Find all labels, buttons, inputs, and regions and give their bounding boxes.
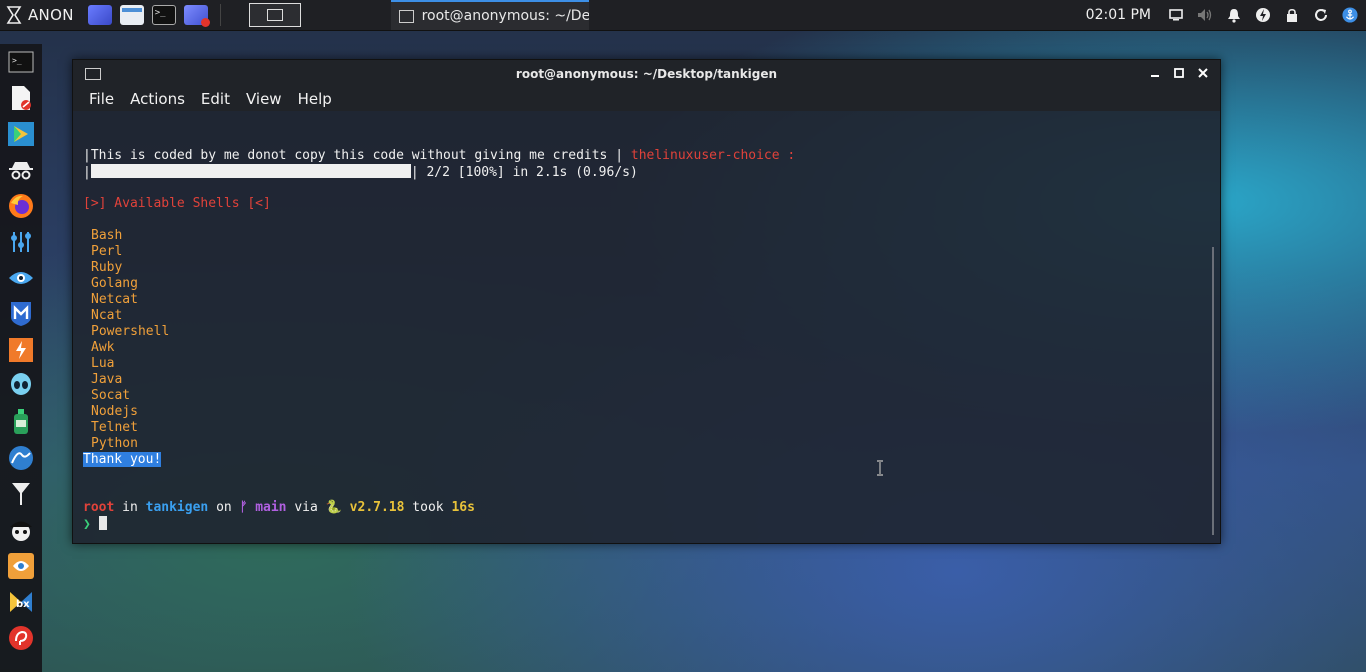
dock-text-editor-icon[interactable] (7, 84, 35, 112)
shell-item: Ruby (91, 260, 123, 275)
dock-firefox-icon[interactable] (7, 192, 35, 220)
git-branch-icon: ᚠ (239, 500, 248, 515)
dock-settings-sliders-icon[interactable] (7, 228, 35, 256)
show-desktop-icon[interactable] (87, 5, 112, 25)
prompt-on: on (216, 500, 232, 515)
dock-terminal-icon[interactable]: >_ (7, 48, 35, 76)
input-line[interactable]: ❯ (83, 516, 107, 532)
selected-text: Thank you! (83, 452, 162, 467)
prompt-user: root (83, 500, 115, 515)
window-title: root@anonymous: ~/Desktop/tankigen (515, 66, 778, 81)
minimize-button[interactable] (1148, 65, 1162, 81)
shell-item: Powershell (91, 324, 170, 339)
shell-item: Nodejs (91, 404, 138, 419)
dock-metasploit-icon[interactable] (7, 300, 35, 328)
prompt-directory: tankigen (145, 500, 209, 515)
title-bar[interactable]: root@anonymous: ~/Desktop/tankigen (73, 60, 1220, 87)
anon-logo-icon (6, 6, 22, 24)
dock: >_ bx (0, 44, 42, 672)
banner-separator: | (615, 148, 624, 163)
menu-view[interactable]: View (238, 90, 290, 108)
workspace-switcher[interactable] (229, 0, 321, 30)
dock-anonymity-icon[interactable] (7, 156, 35, 184)
terminal-icon (398, 9, 414, 23)
prompt-symbol: ❯ (83, 517, 91, 532)
shell-item: Python (91, 436, 138, 451)
terminal-icon (85, 68, 101, 80)
text-cursor (98, 516, 107, 530)
dock-burpsuite-icon[interactable] (7, 336, 35, 364)
network-icon[interactable] (1255, 7, 1271, 23)
progress-bar (90, 164, 411, 178)
shell-item: Perl (91, 244, 123, 259)
prompt-took: took (412, 500, 444, 515)
dock-media-player-icon[interactable] (7, 120, 35, 148)
progress-line: | | 2/2 [100%] in 2.1s (0.96/s) (83, 164, 638, 180)
svg-text:>_: >_ (12, 56, 22, 65)
terminal-launcher-icon[interactable] (151, 5, 176, 25)
shell-item: Java (91, 372, 123, 387)
scrollbar[interactable] (1212, 247, 1214, 535)
terminal-window[interactable]: root@anonymous: ~/Desktop/tankigen File … (72, 59, 1221, 544)
shell-item: Bash (91, 228, 123, 243)
close-button[interactable] (1196, 65, 1210, 81)
progress-stats: 2/2 [100%] in 2.1s (0.96/s) (426, 165, 638, 180)
shells-header: [>] Available Shells [<] (83, 196, 271, 211)
dock-eye-icon[interactable] (7, 264, 35, 292)
lock-icon[interactable] (1284, 7, 1300, 23)
refresh-icon[interactable] (1313, 7, 1329, 23)
prompt-status-line: root in tankigen on ᚠ main via 🐍 v2.7.18… (83, 500, 475, 516)
menu-edit[interactable]: Edit (193, 90, 238, 108)
prompt-version: v2.7.18 (349, 500, 405, 515)
thanks-line: Thank you! (83, 452, 162, 468)
shell-item: Golang (91, 276, 138, 291)
clock[interactable]: 02:01 PM (1086, 7, 1151, 23)
shell-item: Socat (91, 388, 131, 403)
anchor-icon[interactable] (1342, 7, 1358, 23)
prompt-duration: 16s (451, 500, 475, 515)
window-controls (1148, 65, 1210, 81)
shell-item: Netcat (91, 292, 138, 307)
shell-item: Awk (91, 340, 115, 355)
dock-pirate-icon[interactable] (7, 516, 35, 544)
maximize-button[interactable] (1172, 65, 1186, 81)
volume-icon[interactable] (1197, 7, 1213, 23)
prompt-in: in (122, 500, 138, 515)
shell-item: Ncat (91, 308, 123, 323)
prompt-via: via (294, 500, 318, 515)
app-menu-button[interactable]: ANON (0, 0, 84, 30)
workspace-1[interactable] (248, 3, 301, 27)
banner-line: | This is coded by me donot copy this cod… (83, 148, 796, 163)
shell-item: Lua (91, 356, 115, 371)
dock-gnome-icon[interactable] (7, 624, 35, 652)
notifications-icon[interactable] (1226, 7, 1242, 23)
display-icon[interactable] (1168, 7, 1184, 23)
python-icon: 🐍 (325, 500, 342, 515)
brand-label: ANON (28, 6, 74, 24)
screen-recorder-icon[interactable] (183, 5, 210, 27)
banner-author: thelinuxuser-choice : (630, 148, 796, 163)
dock-bottle-icon[interactable] (7, 408, 35, 436)
dock-hourglass-icon[interactable] (7, 480, 35, 508)
prompt-branch: main (255, 500, 287, 515)
taskbar-item-label: root@anonymous: ~/De... (421, 8, 589, 24)
dock-alien-icon[interactable] (7, 372, 35, 400)
dock-ghidra-icon[interactable] (7, 552, 35, 580)
menu-help[interactable]: Help (290, 90, 340, 108)
svg-text:bx: bx (16, 599, 30, 610)
panel-separator (219, 4, 221, 26)
taskbar-terminal-item[interactable]: root@anonymous: ~/De... (390, 0, 589, 30)
system-tray: 02:01 PM (1086, 0, 1358, 30)
shell-item: Telnet (91, 420, 138, 435)
banner-text: This is coded by me donot copy this code… (90, 148, 608, 163)
menu-bar: File Actions Edit View Help (73, 87, 1220, 111)
menu-actions[interactable]: Actions (122, 90, 193, 108)
top-panel: ANON root@anonymous: ~/De... 02:01 PM (0, 0, 1366, 31)
file-manager-icon[interactable] (119, 5, 144, 25)
mouse-ibeam-cursor-icon (876, 460, 884, 476)
menu-file[interactable]: File (81, 90, 122, 108)
dock-wireshark-icon[interactable] (7, 444, 35, 472)
terminal-output[interactable]: | This is coded by me donot copy this cod… (73, 111, 1220, 543)
dock-bx-icon[interactable]: bx (7, 588, 35, 616)
